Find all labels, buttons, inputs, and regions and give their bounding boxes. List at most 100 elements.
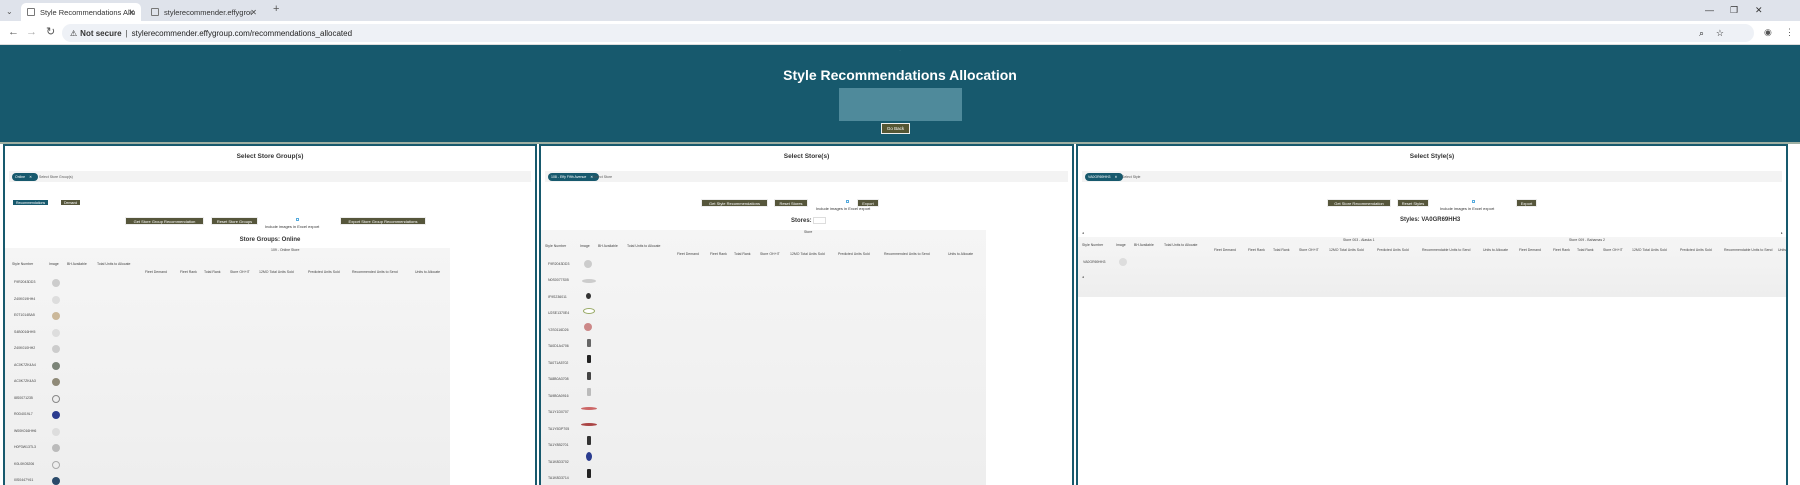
table-row[interactable]: TA1Y5DP705	[545, 422, 575, 436]
get-store-recommendation-button[interactable]: Get Store Recommendation	[1327, 199, 1391, 207]
scroll-right-icon[interactable]: ▸	[1781, 229, 1783, 237]
reset-styles-button[interactable]: Reset Styles	[1397, 199, 1429, 207]
table-row[interactable]: S4B0016HH5	[11, 325, 41, 339]
forward-icon[interactable]: →	[26, 26, 37, 39]
table-row[interactable]: TA1Y8B2701	[545, 438, 575, 452]
col-bh-available: BH Available	[598, 244, 618, 248]
scroll-left-icon[interactable]: ◂	[1082, 273, 1084, 281]
table-row[interactable]: W00K016HH6	[11, 424, 41, 438]
close-tab-icon[interactable]: ✕	[250, 8, 257, 17]
store-header-2: Store 009 - Bahamas 2	[1569, 238, 1605, 242]
get-store-group-recommendation-button[interactable]: Get Store Group Recommendation	[125, 217, 204, 225]
table-row[interactable]: F9R2043DD3	[11, 275, 41, 289]
col-fleet-demand: Fleet Demand	[145, 270, 167, 274]
table-row[interactable]: TA9B0A0916	[545, 389, 575, 403]
export-button[interactable]: Export	[1516, 199, 1537, 207]
selected-chip[interactable]: Online ✕	[12, 173, 39, 181]
selected-chip[interactable]: 108 - Effy Fifth Avenue ✕	[548, 173, 600, 181]
product-thumbnail	[1119, 258, 1127, 266]
header-small-text: .	[899, 48, 901, 52]
close-window-icon[interactable]: ✕	[1755, 5, 1763, 16]
chip-remove-icon[interactable]: ✕	[29, 175, 32, 179]
table-row[interactable]: E0T1014BA5	[11, 308, 41, 322]
reset-stores-button[interactable]: Reset Stores	[774, 199, 808, 207]
toggle-demand[interactable]: Demand	[60, 199, 82, 206]
product-thumbnail	[587, 339, 591, 347]
selected-chip[interactable]: VA0GR69HH3 ✕	[1085, 173, 1124, 181]
go-back-button[interactable]: Go Back	[881, 123, 910, 134]
include-images-checkbox[interactable]	[296, 218, 299, 221]
table-row[interactable]: AC0K7ZK4A4	[11, 358, 41, 372]
get-style-recommendations-button[interactable]: Get Style Recommendations	[701, 199, 768, 207]
include-images-checkbox[interactable]	[846, 200, 849, 203]
reload-icon[interactable]: ↻	[46, 26, 55, 39]
toggle-recommendations[interactable]: Recommendations	[12, 199, 50, 206]
table-row[interactable]: Y2S0116D26	[545, 323, 575, 337]
table-row[interactable]: Z40K019HH4	[11, 292, 41, 306]
warning-icon: ⚠	[70, 28, 78, 38]
table-row[interactable]: TA0T1A5702	[545, 356, 575, 370]
new-tab-button[interactable]: +	[273, 3, 279, 16]
profile-icon[interactable]: ◉	[1764, 26, 1772, 39]
page-title: Style Recommendations Allocation	[783, 67, 1017, 83]
col-units-to-send: Units to Se	[1778, 248, 1786, 252]
table-row[interactable]: AC0K7ZK4A3	[11, 374, 41, 388]
table-row[interactable]: R0D4019L7	[11, 407, 41, 421]
style-rows: VA0GR69HH3	[1080, 255, 1120, 275]
include-images-checkbox[interactable]	[1472, 200, 1475, 203]
product-thumbnail	[52, 296, 60, 304]
col-recommended: Recommendable Units to Send	[1724, 248, 1773, 252]
table-row[interactable]: IF9S236011	[545, 290, 575, 304]
table-row[interactable]: Z40K010HH2	[11, 341, 41, 355]
style-select[interactable]: VA0GR69HH3 ✕ Select Style	[1082, 171, 1782, 182]
bookmark-star-icon[interactable]: ☆	[1716, 28, 1724, 39]
chip-label: 108 - Effy Fifth Avenue	[551, 175, 587, 179]
col-total-rank: Total Rank	[1577, 248, 1594, 252]
table-row[interactable]: U2SE1370E4	[545, 306, 575, 320]
col-predicted: Predicted Units Sold	[838, 252, 870, 256]
table-row[interactable]: TA1Y1D0707	[545, 405, 575, 419]
table-row[interactable]: TA1K8D3714	[545, 471, 575, 485]
table-row[interactable]: I8S0071235	[11, 391, 41, 405]
reset-store-groups-button[interactable]: Reset Store Groups	[211, 217, 258, 225]
table-row[interactable]: TA0D1A4706	[545, 339, 575, 353]
tab-active[interactable]: Style Recommendations Alloca ✕	[21, 3, 141, 21]
style-rows: F9R2043DD3 Z40K019HH4 E0T1014BA5 S4B0016…	[11, 275, 51, 485]
export-button[interactable]: Export	[857, 199, 879, 207]
store-select[interactable]: 108 - Effy Fifth Avenue ✕ Select Store	[545, 171, 1068, 182]
store-group-select[interactable]: Online ✕ Select Store Group(s)	[9, 171, 531, 182]
col-units-allocate: Units to Allocate	[415, 270, 441, 274]
scroll-left-icon[interactable]: ◂	[1082, 229, 1084, 237]
minimize-icon[interactable]: —	[1705, 5, 1714, 15]
col-style-number: Style Number	[545, 244, 567, 248]
export-store-group-recommendations-button[interactable]: Export Store Group Recommendations	[340, 217, 426, 225]
table-row[interactable]: K0L0K05206	[11, 457, 41, 471]
zoom-icon[interactable]: ⌕	[1699, 28, 1704, 39]
col-12mo: 12MO Total Units Sold	[1632, 248, 1667, 252]
table-row[interactable]: I0S0447Y61	[11, 473, 41, 485]
table-row[interactable]: VA0GR69HH3	[1080, 255, 1110, 269]
select-placeholder: Select Style	[1122, 175, 1141, 179]
table-row[interactable]: N0S0077S05	[545, 273, 575, 287]
back-icon[interactable]: ←	[8, 26, 19, 39]
col-total-rank: Total Rank	[204, 270, 221, 274]
data-table-area	[541, 230, 986, 485]
table-row[interactable]: TA8B0A3708	[545, 372, 575, 386]
product-thumbnail	[582, 279, 596, 283]
url-field[interactable]: ⚠ Not secure | stylerecommender.effygrou…	[62, 24, 1754, 42]
page-header: . Style Recommendations Allocation Go Ba…	[0, 45, 1800, 142]
stores-input[interactable]	[813, 217, 826, 224]
chip-remove-icon[interactable]: ✕	[1115, 175, 1118, 179]
table-row[interactable]: F9R2043DD3	[545, 257, 575, 271]
tab-inactive[interactable]: stylerecommender.effygroup.co ✕	[145, 3, 263, 21]
menu-icon[interactable]: ⋮	[1785, 26, 1794, 39]
close-tab-icon[interactable]: ✕	[128, 8, 135, 17]
table-row[interactable]: TA1K8D3702	[545, 455, 575, 469]
product-thumbnail	[52, 461, 60, 469]
product-thumbnail	[52, 395, 60, 403]
tab-search-chevron-icon[interactable]: ⌄	[6, 5, 13, 18]
col-predicted: Predicted Units Sold	[308, 270, 340, 274]
restore-icon[interactable]: ❐	[1730, 5, 1738, 16]
product-thumbnail	[587, 436, 591, 445]
table-row[interactable]: H0P3W13TL3	[11, 440, 41, 454]
